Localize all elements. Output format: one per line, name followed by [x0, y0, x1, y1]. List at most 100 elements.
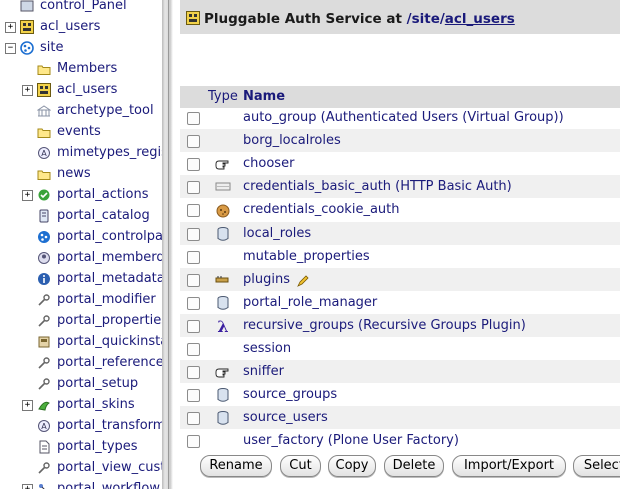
tree-item[interactable]: portal_view_customizations — [0, 458, 162, 478]
database-icon — [217, 388, 229, 402]
select-all-button[interactable]: Select All — [573, 455, 620, 477]
row-checkbox[interactable] — [187, 435, 200, 449]
catalog-icon — [39, 209, 49, 223]
rename-button[interactable]: Rename — [200, 455, 272, 477]
row-name-link[interactable]: credentials_basic_auth (HTTP Basic Auth) — [243, 175, 512, 198]
tree-item[interactable]: Members — [0, 59, 162, 79]
row-name-link[interactable]: auto_group (Authenticated Users (Virtual… — [243, 106, 564, 129]
row-name-link[interactable]: chooser — [243, 152, 294, 175]
tree-item-label[interactable]: events — [57, 122, 101, 142]
tree-item[interactable]: portal_quickinstaller — [0, 332, 162, 352]
delete-button[interactable]: Delete — [384, 455, 444, 477]
tree-item-label[interactable]: acl_users — [57, 80, 117, 100]
tree-item[interactable]: portal_types — [0, 437, 162, 457]
expand-toggle[interactable]: + — [22, 85, 33, 96]
row-checkbox[interactable] — [187, 412, 200, 426]
copy-button[interactable]: Copy — [328, 455, 376, 477]
tree-item[interactable]: + portal_actions — [0, 185, 162, 205]
tree-item-label[interactable]: portal_view_customizations — [57, 458, 162, 478]
cut-button[interactable]: Cut — [280, 455, 321, 477]
tree-item[interactable]: portal_modifier — [0, 290, 162, 310]
tree-item[interactable]: + portal_workflow — [0, 479, 162, 489]
row-name-link[interactable]: source_users — [243, 406, 328, 429]
frame-divider-line — [168, 0, 169, 489]
row-checkbox[interactable] — [187, 135, 200, 149]
row-name-link[interactable]: user_factory (Plone User Factory) — [243, 429, 459, 452]
row-name-link[interactable]: recursive_groups (Recursive Groups Plugi… — [243, 314, 526, 337]
tree-item-label[interactable]: portal_actions — [57, 185, 149, 205]
tree-item[interactable]: events — [0, 122, 162, 142]
tree-item[interactable]: + acl_users — [0, 80, 162, 100]
navigation-tree: control_Panel + acl_users − site Members + acl_… — [0, 0, 162, 489]
expand-toggle[interactable]: + — [22, 400, 33, 411]
row-checkbox[interactable] — [187, 250, 200, 264]
column-header-type[interactable]: Type — [208, 86, 238, 108]
tree-item[interactable]: portal_setup — [0, 374, 162, 394]
tree-item-label[interactable]: Members — [57, 59, 117, 79]
tree-item-label[interactable]: portal_memberdata — [57, 248, 162, 268]
tree-item-label[interactable]: portal_modifier — [57, 290, 156, 310]
row-name-link[interactable]: portal_role_manager — [243, 291, 377, 314]
tree-item[interactable]: portal_metadata — [0, 269, 162, 289]
row-checkbox[interactable] — [187, 112, 200, 125]
tree-item-label[interactable]: portal_metadata — [57, 269, 162, 289]
tree-item-label[interactable]: portal_controlpanel — [57, 227, 162, 247]
table-row: chooser — [180, 152, 620, 175]
wrench-icon — [38, 315, 50, 327]
row-name-link[interactable]: source_groups — [243, 383, 337, 406]
tree-item[interactable]: − site — [0, 38, 162, 58]
row-checkbox[interactable] — [187, 181, 200, 195]
tree-item[interactable]: control_Panel — [0, 0, 162, 16]
tree-item-label[interactable]: portal_reference_catalog — [57, 353, 162, 373]
row-checkbox[interactable] — [187, 343, 200, 356]
row-checkbox[interactable] — [187, 204, 200, 218]
tree-item-label[interactable]: news — [57, 164, 91, 184]
tree-item-label[interactable]: portal_setup — [57, 374, 138, 394]
row-checkbox[interactable] — [187, 158, 200, 172]
tree-item-label[interactable]: portal_properties — [57, 311, 162, 331]
row-name-link[interactable]: plugins — [243, 268, 290, 291]
page-title-link[interactable]: acl_users — [445, 11, 515, 27]
row-name-link[interactable]: borg_localroles — [243, 129, 341, 152]
tree-item-label[interactable]: portal_skins — [57, 395, 135, 415]
row-checkbox[interactable] — [187, 366, 200, 380]
expand-toggle[interactable]: + — [5, 22, 16, 33]
expand-toggle[interactable]: + — [22, 190, 33, 201]
expand-toggle[interactable]: + — [22, 484, 33, 489]
tree-item-label[interactable]: acl_users — [40, 17, 100, 37]
tree-item-label[interactable]: portal_types — [57, 437, 138, 457]
row-checkbox[interactable] — [187, 296, 200, 310]
pencil-icon[interactable] — [297, 275, 309, 287]
row-checkbox[interactable] — [187, 389, 200, 403]
tree-item-label[interactable]: archetype_tool — [57, 101, 154, 121]
tree-item[interactable]: Amimetypes_registry — [0, 143, 162, 163]
row-checkbox[interactable] — [187, 273, 200, 287]
tree-item[interactable]: archetype_tool — [0, 101, 162, 121]
row-name-link[interactable]: credentials_cookie_auth — [243, 198, 400, 221]
row-name-link[interactable]: sniffer — [243, 360, 284, 383]
tree-item-label[interactable]: portal_transforms — [57, 416, 162, 436]
tree-item[interactable]: portal_reference_catalog — [0, 353, 162, 373]
row-name-link[interactable]: local_roles — [243, 222, 311, 245]
collapse-toggle[interactable]: − — [5, 43, 16, 54]
tree-item[interactable]: + acl_users — [0, 17, 162, 37]
tree-item[interactable]: + portal_skins — [0, 395, 162, 415]
tree-item[interactable]: Aportal_transforms — [0, 416, 162, 436]
tree-item[interactable]: portal_controlpanel — [0, 227, 162, 247]
tree-item[interactable]: portal_memberdata — [0, 248, 162, 268]
tree-item-label[interactable]: portal_workflow — [57, 479, 160, 489]
row-name-link[interactable]: mutable_properties — [243, 245, 370, 268]
tree-item-label[interactable]: portal_catalog — [57, 206, 150, 226]
column-header-name[interactable]: Name — [243, 86, 285, 108]
tree-item-label[interactable]: portal_quickinstaller — [57, 332, 162, 352]
row-name-link[interactable]: session — [243, 337, 291, 360]
tree-item-label[interactable]: control_Panel — [40, 0, 127, 16]
tree-item[interactable]: portal_catalog — [0, 206, 162, 226]
row-checkbox[interactable] — [187, 227, 200, 241]
tree-item-label[interactable]: site — [40, 38, 63, 58]
row-checkbox[interactable] — [187, 319, 200, 333]
tree-item-label[interactable]: mimetypes_registry — [57, 143, 162, 163]
import-export-button[interactable]: Import/Export — [452, 455, 566, 477]
tree-item[interactable]: news — [0, 164, 162, 184]
tree-item[interactable]: portal_properties — [0, 311, 162, 331]
